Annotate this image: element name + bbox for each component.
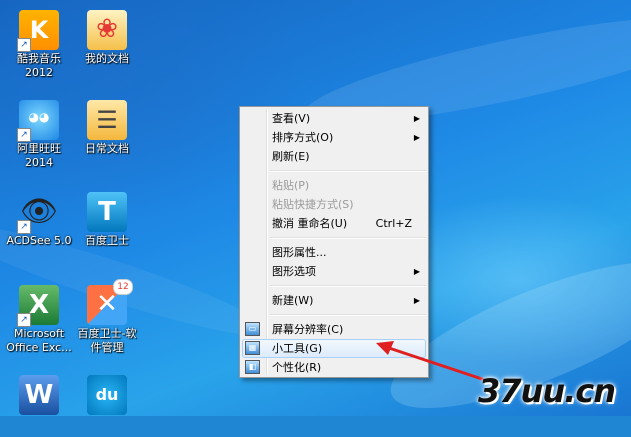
menu-item-refresh[interactable]: 刷新(E) [240, 147, 428, 166]
aliwangwang-icon: ↗ [17, 100, 59, 142]
desktop-icon-label: 百度卫士-软 件管理 [77, 327, 137, 354]
notification-badge: 12 [113, 279, 133, 295]
submenu-arrow-icon: ▶ [413, 133, 420, 142]
desktop-icon-label: 酷我音乐 2012 [17, 52, 61, 79]
menu-item-label: 小工具(G) [272, 342, 323, 355]
menu-item-label: 粘贴快捷方式(S) [272, 198, 354, 211]
kuwo-music-icon: ↗ [17, 10, 59, 52]
excel-icon: ↗ [17, 285, 59, 327]
menu-item-label: 排序方式(O) [272, 131, 334, 144]
shortcut-arrow-icon: ↗ [17, 128, 31, 142]
menu-item-graphics-options[interactable]: 图形选项 ▶ [240, 262, 428, 281]
menu-separator [270, 237, 426, 239]
software-manager-icon: 12 [87, 279, 133, 325]
desktop-icon-daily-documents[interactable]: 日常文档 [70, 100, 144, 156]
submenu-arrow-icon: ▶ [413, 114, 420, 123]
menu-item-new[interactable]: 新建(W) ▶ [240, 291, 428, 310]
daily-documents-icon [87, 100, 127, 140]
shortcut-arrow-icon: ↗ [17, 313, 31, 327]
menu-item-sort[interactable]: 排序方式(O) ▶ [240, 128, 428, 147]
menu-item-label: 图形属性... [272, 246, 327, 259]
desktop-icon-aliwangwang[interactable]: ↗ 阿里旺旺 2014 [2, 100, 76, 170]
desktop-icon-software-manager[interactable]: 12 百度卫士-软 件管理 [70, 279, 144, 355]
submenu-arrow-icon: ▶ [413, 296, 420, 305]
menu-item-paste-shortcut: 粘贴快捷方式(S) [240, 195, 428, 214]
menu-item-label: 刷新(E) [272, 150, 310, 163]
desktop-icon-label: 我的文档 [85, 52, 129, 65]
word-icon [19, 375, 59, 415]
desktop-icon-label: 日常文档 [85, 142, 129, 155]
menu-item-label: 图形选项 [272, 265, 316, 278]
shortcut-arrow-icon: ↗ [17, 38, 31, 52]
baidu-guard-icon [87, 192, 127, 232]
desktop-icon-word[interactable] [2, 375, 76, 415]
desktop-icon-label: 百度卫士 [85, 234, 129, 247]
menu-item-label: 粘贴(P) [272, 179, 310, 192]
menu-item-undo-rename[interactable]: 撤消 重命名(U) Ctrl+Z [240, 214, 428, 233]
personalize-icon: ◧ [245, 360, 260, 374]
desktop-icon-acdsee[interactable]: ↗ ACDSee 5.0 [2, 192, 76, 248]
shortcut-arrow-icon: ↗ [17, 220, 31, 234]
desktop-icon-excel[interactable]: ↗ Microsoft Office Exc... [2, 285, 76, 355]
menu-separator [270, 314, 426, 316]
desktop-icon-baidu-guard[interactable]: 百度卫士 [70, 192, 144, 248]
desktop-icon-label: ACDSee 5.0 [6, 234, 72, 247]
menu-item-label: 屏幕分辨率(C) [272, 323, 344, 336]
desktop-icon-label: Microsoft Office Exc... [6, 327, 72, 354]
menu-item-label: 新建(W) [272, 294, 314, 307]
menu-item-label: 查看(V) [272, 112, 311, 125]
monitor-icon: ▭ [245, 322, 260, 336]
menu-item-graphics-properties[interactable]: 图形属性... [240, 243, 428, 262]
gadgets-icon: ▦ [245, 341, 260, 355]
menu-separator [270, 170, 426, 172]
menu-separator [270, 285, 426, 287]
baidu-du-icon [87, 375, 127, 415]
my-documents-icon [87, 10, 127, 50]
annotation-arrow-icon [376, 341, 484, 381]
menu-item-shortcut: Ctrl+Z [375, 217, 412, 230]
menu-item-label: 撤消 重命名(U) [272, 217, 348, 230]
menu-item-paste: 粘贴(P) [240, 176, 428, 195]
menu-item-view[interactable]: 查看(V) ▶ [240, 109, 428, 128]
menu-item-label: 个性化(R) [272, 361, 322, 374]
submenu-arrow-icon: ▶ [413, 267, 420, 276]
acdsee-icon: ↗ [17, 192, 59, 234]
watermark: 37uu.cn [478, 372, 616, 410]
desktop-icon-kuwo-music[interactable]: ↗ 酷我音乐 2012 [2, 10, 76, 80]
desktop-icon-baidu-du[interactable] [70, 375, 144, 415]
desktop-icon-label: 阿里旺旺 2014 [17, 142, 61, 169]
desktop-icon-my-documents[interactable]: 我的文档 [70, 10, 144, 66]
